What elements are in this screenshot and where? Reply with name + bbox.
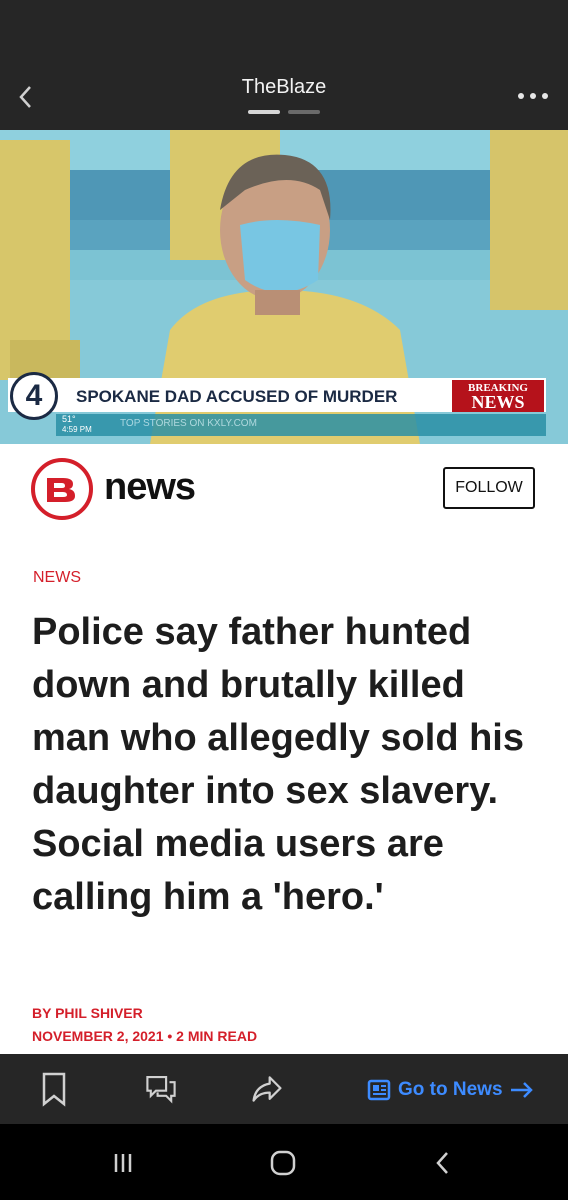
app-title: TheBlaze xyxy=(241,76,327,98)
breaking-news-badge: BREAKING NEWS xyxy=(452,380,544,412)
recent-apps-icon xyxy=(114,1154,132,1172)
back-arrow-icon xyxy=(436,1152,448,1174)
ticker-temperature: 51° xyxy=(62,414,76,424)
ticker-time: 4:59 PM xyxy=(62,425,92,434)
page-dot xyxy=(288,110,320,114)
comments-button[interactable] xyxy=(144,1070,178,1108)
recent-apps-button[interactable] xyxy=(103,1146,143,1180)
follow-button[interactable]: FOLLOW xyxy=(443,467,535,509)
arrow-right-icon xyxy=(510,1082,533,1098)
home-icon xyxy=(270,1150,296,1176)
go-to-news-button[interactable]: Go to News xyxy=(366,1074,535,1106)
page-dot-active xyxy=(248,110,280,114)
bookmark-button[interactable] xyxy=(37,1070,71,1108)
station-logo: 4 xyxy=(10,372,58,420)
system-back-button[interactable] xyxy=(422,1146,462,1180)
more-dots-icon xyxy=(518,93,524,99)
go-to-news-label: Go to News xyxy=(398,1079,503,1100)
news-label: NEWS xyxy=(471,392,525,412)
home-button[interactable] xyxy=(263,1146,303,1180)
article-headline[interactable]: Police say father hunted down and brutal… xyxy=(32,606,542,924)
more-options-button[interactable] xyxy=(518,86,548,106)
article-section[interactable]: NEWS xyxy=(33,569,81,587)
page-indicator xyxy=(248,110,320,114)
chyron-text: SPOKANE DAD ACCUSED OF MURDER xyxy=(76,387,398,406)
share-button[interactable] xyxy=(250,1070,284,1108)
share-icon xyxy=(252,1076,282,1102)
comments-icon xyxy=(146,1076,176,1104)
article-dateline: NOVEMBER 2, 2021 • 2 MIN READ xyxy=(32,1028,258,1044)
blaze-b-icon xyxy=(47,478,75,502)
publisher-name: news xyxy=(104,466,196,508)
news-icon xyxy=(367,1079,391,1101)
article-byline[interactable]: BY PHIL SHIVER xyxy=(32,1005,143,1021)
bookmark-icon xyxy=(42,1072,66,1107)
blaze-logo-icon[interactable] xyxy=(31,458,93,520)
ticker-text: TOP STORIES ON KXLY.COM xyxy=(120,418,257,429)
